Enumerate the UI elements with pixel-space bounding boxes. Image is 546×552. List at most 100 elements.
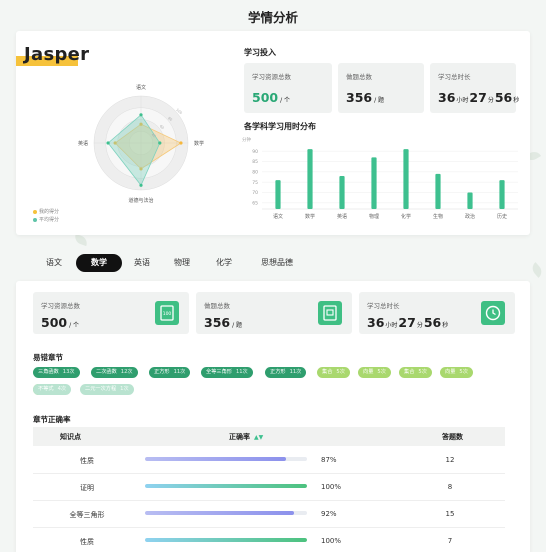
rate-bar-fill: [145, 538, 307, 542]
x-tick-label: 生物: [433, 213, 443, 220]
x-tick-label: 物理: [369, 213, 379, 220]
bar-历史: [499, 180, 505, 209]
bar-政治: [467, 192, 473, 209]
y-tick-label: 80: [252, 169, 258, 175]
count-cell: 7: [447, 537, 453, 545]
mistake-chip[interactable]: 集合 5次: [317, 367, 350, 378]
rate-cell: 100%: [321, 483, 342, 491]
mistake-chip[interactable]: 向量5次: [440, 367, 473, 378]
radar-axis-label: 语文: [136, 84, 146, 91]
bar-数学: [307, 149, 313, 209]
decorative-leaf: [73, 233, 89, 247]
x-tick-label: 化学: [401, 213, 411, 220]
mistake-chip[interactable]: 二次函数 12次: [91, 367, 138, 378]
stat-resources: 学习资源总数 500/ 个: [244, 63, 332, 113]
topic-cell: 性质: [80, 457, 94, 465]
topic-cell: 性质: [80, 538, 94, 546]
clock-icon: [481, 301, 505, 325]
x-tick-label: 政治: [465, 213, 475, 220]
bar-化学: [403, 149, 409, 209]
y-tick-label: 75: [252, 180, 258, 186]
stat-label: 学习总时长: [367, 302, 400, 310]
table-row: 性质 87% 12: [33, 447, 505, 474]
radar-legend: 我的得分 平均得分: [33, 208, 59, 224]
radar-point: [106, 141, 110, 145]
mistake-chip[interactable]: 全等三角形 11次: [201, 367, 253, 378]
y-tick-label: 65: [252, 200, 258, 206]
stat-label: 学习总时长: [438, 73, 471, 81]
x-tick-label: 语文: [273, 213, 283, 220]
tab-物理[interactable]: 物理: [162, 254, 202, 272]
rate-bar: [145, 511, 307, 515]
accuracy-table-header: 知识点 正确率 ▲▼ 答题数: [33, 427, 505, 446]
tab-化学[interactable]: 化学: [202, 254, 246, 272]
overview-card: Jasper 语文 数学 道德与法治 英语 40 60 80 100 我的得分 平均得分 学习…: [16, 31, 530, 235]
exercise-icon: [318, 301, 342, 325]
subject-stat-duration: 学习总时长 36小时27分56秒: [359, 292, 515, 334]
subject-time-bar-chart: 分钟 65 70 75 80 85 90 语文 数学 英语 物理 化学 生物 政治 历史: [242, 136, 518, 220]
stat-value: 356/ 题: [204, 315, 243, 330]
tab-英语[interactable]: 英语: [122, 254, 162, 272]
stat-value: 36小时27分56秒: [438, 90, 520, 105]
legend-item-avg: 平均得分: [33, 216, 59, 224]
x-tick-label: 数学: [305, 213, 315, 220]
radar-point: [139, 183, 143, 187]
stat-value: 500/ 个: [252, 90, 291, 105]
mistake-chip[interactable]: 正方形 11次: [149, 367, 191, 378]
bar-英语: [339, 175, 345, 209]
col-topic: 知识点: [60, 433, 81, 441]
radar-axis-label: 道德与法治: [128, 197, 153, 204]
radar-point: [139, 113, 143, 117]
stat-exercises: 做题总数 356/ 题: [338, 63, 424, 113]
y-tick-label: 70: [252, 190, 258, 196]
student-name-block: Jasper: [16, 44, 89, 66]
chart-title: 各学科学习用时分布: [244, 122, 316, 131]
mistake-chip[interactable]: 向量5次: [358, 367, 391, 378]
student-name: Jasper: [24, 44, 90, 65]
decorative-leaf: [529, 262, 545, 278]
svg-text:100: 100: [163, 311, 172, 317]
y-axis-label: 分钟: [242, 136, 251, 143]
mistake-chip[interactable]: 不等式 4次: [33, 384, 72, 395]
mistake-chip[interactable]: 二元一次方程 1次: [80, 384, 134, 395]
topic-cell: 全等三角形: [69, 511, 105, 519]
rate-cell: 100%: [321, 537, 342, 545]
stat-value: 356/ 题: [346, 90, 385, 105]
tab-数学[interactable]: 数学: [76, 254, 122, 272]
sort-icon[interactable]: ▲▼: [254, 434, 263, 441]
subject-stat-exercises: 做题总数 356/ 题: [196, 292, 352, 334]
stat-label: 做题总数: [346, 73, 372, 81]
tab-思想品德[interactable]: 思想品德: [246, 254, 308, 272]
stat-label: 学习资源总数: [41, 302, 80, 310]
bar-物理: [371, 157, 377, 209]
subject-stat-resources: 学习资源总数 500/ 个 100: [33, 292, 189, 334]
count-cell: 15: [445, 510, 455, 518]
book-icon: 100: [155, 301, 179, 325]
page-title: 学情分析: [247, 10, 298, 25]
bar-生物: [435, 173, 441, 209]
rate-bar: [145, 538, 307, 542]
radar-point: [179, 141, 183, 145]
y-tick-label: 85: [252, 159, 258, 165]
mistake-chip[interactable]: 三角函数 13次: [33, 367, 80, 378]
stat-duration: 学习总时长 36小时27分56秒: [430, 63, 519, 113]
tab-语文[interactable]: 语文: [32, 254, 76, 272]
stat-value: 36小时27分56秒: [367, 315, 449, 330]
col-count: 答题数: [442, 433, 463, 441]
mistake-chip[interactable]: 正方形 11次: [265, 367, 307, 378]
col-rate[interactable]: 正确率 ▲▼: [229, 432, 263, 442]
stat-value: 500/ 个: [41, 315, 80, 330]
radar-axis-label: 数学: [194, 140, 204, 147]
rate-bar-fill: [145, 511, 295, 515]
rate-bar-fill: [145, 484, 307, 488]
rate-bar: [145, 457, 307, 461]
table-row: 全等三角形 92% 15: [33, 501, 505, 528]
bar-语文: [275, 180, 281, 209]
x-tick-label: 英语: [337, 213, 347, 220]
stat-label: 学习资源总数: [252, 73, 291, 81]
rate-bar: [145, 484, 307, 488]
subject-detail-card: 学习资源总数 500/ 个 100 做题总数 356/ 题 学习总时长 36小时…: [16, 281, 530, 552]
mistake-chip[interactable]: 集合 5次: [399, 367, 432, 378]
rate-bar-fill: [145, 457, 286, 461]
count-cell: 8: [447, 483, 453, 491]
